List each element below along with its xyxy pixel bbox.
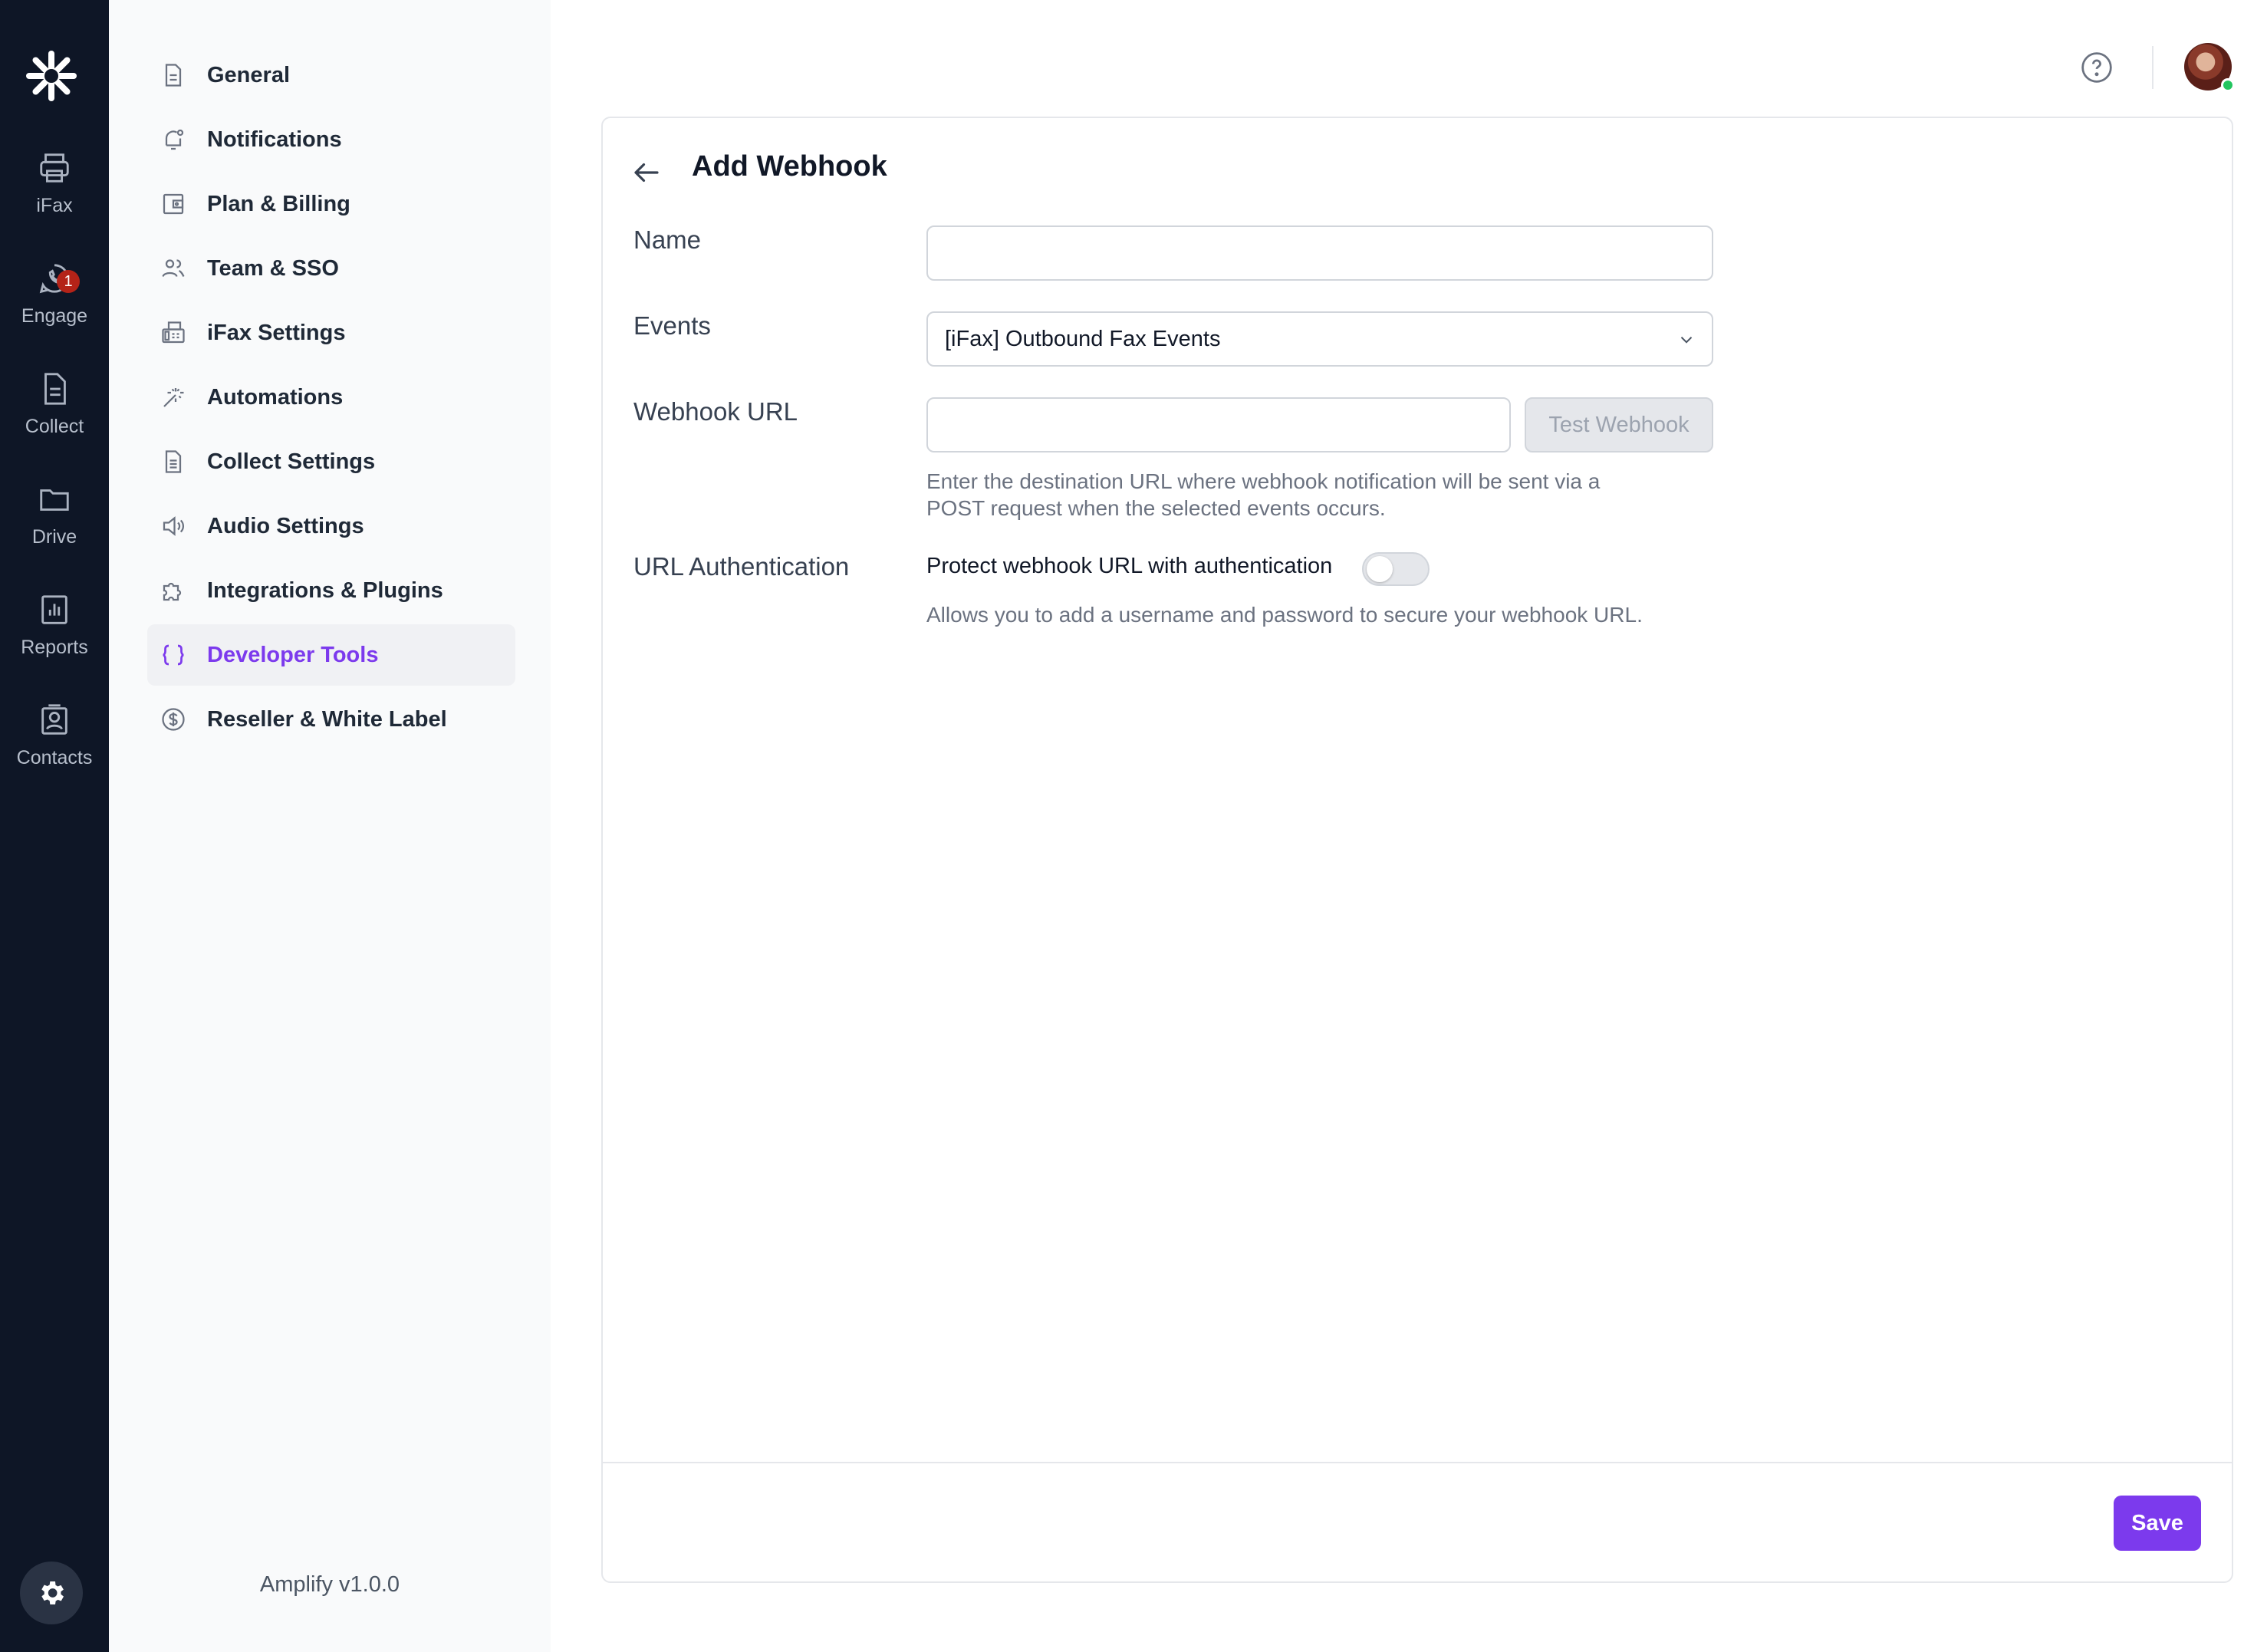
sidebar-item-automations[interactable]: Automations <box>147 367 515 428</box>
sidebar-item-plan-billing[interactable]: Plan & Billing <box>147 173 515 235</box>
notification-badge: 1 <box>57 270 80 293</box>
back-button[interactable] <box>630 156 663 189</box>
rail-item-engage[interactable]: 1 Engage <box>0 261 109 360</box>
chevron-down-icon <box>1680 337 1693 344</box>
sidebar-item-label: General <box>207 62 290 87</box>
card-footer-divider <box>603 1462 2232 1463</box>
header-divider <box>2152 46 2153 89</box>
name-label: Name <box>633 225 702 254</box>
save-button[interactable]: Save <box>2114 1496 2201 1551</box>
sidebar-item-label: Reseller & White Label <box>207 706 447 732</box>
webhook-url-help-line1: Enter the destination URL where webhook … <box>926 469 1601 493</box>
sidebar-item-audio-settings[interactable]: Audio Settings <box>147 495 515 557</box>
fax-machine-icon <box>162 321 185 344</box>
sidebar-item-reseller-white-label[interactable]: Reseller & White Label <box>147 689 515 750</box>
app-version: Amplify v1.0.0 <box>259 1572 400 1597</box>
url-authentication-label: URL Authentication <box>633 552 850 581</box>
printer-icon <box>40 153 69 183</box>
app-rail: iFax 1 Engage Collect Drive Reports Cont… <box>0 0 109 1652</box>
contact-card-icon <box>41 704 67 735</box>
file-text-icon <box>165 450 182 473</box>
sidebar-item-general[interactable]: General <box>147 44 515 106</box>
rail-item-ifax[interactable]: iFax <box>0 150 109 250</box>
sidebar-item-developer-tools[interactable]: Developer Tools <box>147 624 515 686</box>
code-braces-icon <box>163 644 184 666</box>
sidebar-item-label: Integrations & Plugins <box>207 578 443 603</box>
sidebar-item-label: Automations <box>207 384 344 410</box>
sidebar-item-team-sso[interactable]: Team & SSO <box>147 238 515 299</box>
help-button[interactable] <box>2080 51 2114 84</box>
sidebar-item-label: iFax Settings <box>207 320 346 345</box>
rail-item-reports[interactable]: Reports <box>0 592 109 692</box>
name-field[interactable] <box>926 225 1713 281</box>
rail-label: Engage <box>21 305 88 327</box>
sidebar-item-label: Plan & Billing <box>207 191 350 216</box>
sidebar-item-label: Audio Settings <box>207 513 364 538</box>
sidebar-item-label: Notifications <box>207 127 342 152</box>
file-icon <box>165 64 182 87</box>
events-select[interactable]: [iFax] Outbound Fax Events <box>926 311 1713 367</box>
sidebar-item-label: Team & SSO <box>207 255 339 281</box>
settings-button[interactable] <box>20 1562 83 1624</box>
magic-wand-icon <box>163 388 184 407</box>
rail-item-collect[interactable]: Collect <box>0 371 109 471</box>
puzzle-icon <box>163 582 182 601</box>
bar-chart-icon <box>41 595 67 624</box>
sidebar-item-collect-settings[interactable]: Collect Settings <box>147 431 515 492</box>
rail-label: Collect <box>25 416 84 437</box>
rail-item-contacts[interactable]: Contacts <box>0 703 109 802</box>
rail-label: iFax <box>36 195 73 216</box>
folder-icon <box>40 489 69 511</box>
webhook-url-label: Webhook URL <box>633 397 798 426</box>
asterisk-logo-icon[interactable] <box>23 48 80 104</box>
rail-item-drive[interactable]: Drive <box>0 482 109 581</box>
sidebar-item-integrations-plugins[interactable]: Integrations & Plugins <box>147 560 515 621</box>
auth-help-text: Allows you to add a username and passwor… <box>926 603 1643 627</box>
auth-toggle-label: Protect webhook URL with authentication <box>926 554 1333 578</box>
users-icon <box>162 259 185 278</box>
speaker-icon <box>163 516 184 536</box>
wallet-icon <box>163 193 184 215</box>
toggle-knob <box>1367 556 1393 582</box>
webhook-url-field[interactable] <box>926 397 1511 452</box>
webhook-url-help-line2: POST request when the selected events oc… <box>926 496 1386 520</box>
gear-icon <box>41 1581 64 1604</box>
rail-label: Reports <box>21 637 88 658</box>
sidebar-item-label: Developer Tools <box>207 642 379 667</box>
sidebar-item-ifax-settings[interactable]: iFax Settings <box>147 302 515 364</box>
test-webhook-button[interactable]: Test Webhook <box>1525 397 1713 452</box>
auth-toggle[interactable] <box>1362 552 1430 586</box>
dollar-circle-icon <box>162 708 185 731</box>
rail-label: Contacts <box>16 747 93 768</box>
bell-icon <box>165 129 184 150</box>
arrow-left-icon <box>634 163 659 183</box>
sidebar-item-label: Collect Settings <box>207 449 376 474</box>
question-circle-icon <box>2081 52 2112 83</box>
events-label: Events <box>633 311 711 340</box>
sidebar-item-notifications[interactable]: Notifications <box>147 109 515 170</box>
online-status-indicator <box>2221 78 2235 92</box>
events-selected-value: [iFax] Outbound Fax Events <box>945 327 1221 351</box>
document-icon <box>44 373 66 405</box>
rail-label: Drive <box>31 526 77 548</box>
page-title: Add Webhook <box>692 150 887 183</box>
